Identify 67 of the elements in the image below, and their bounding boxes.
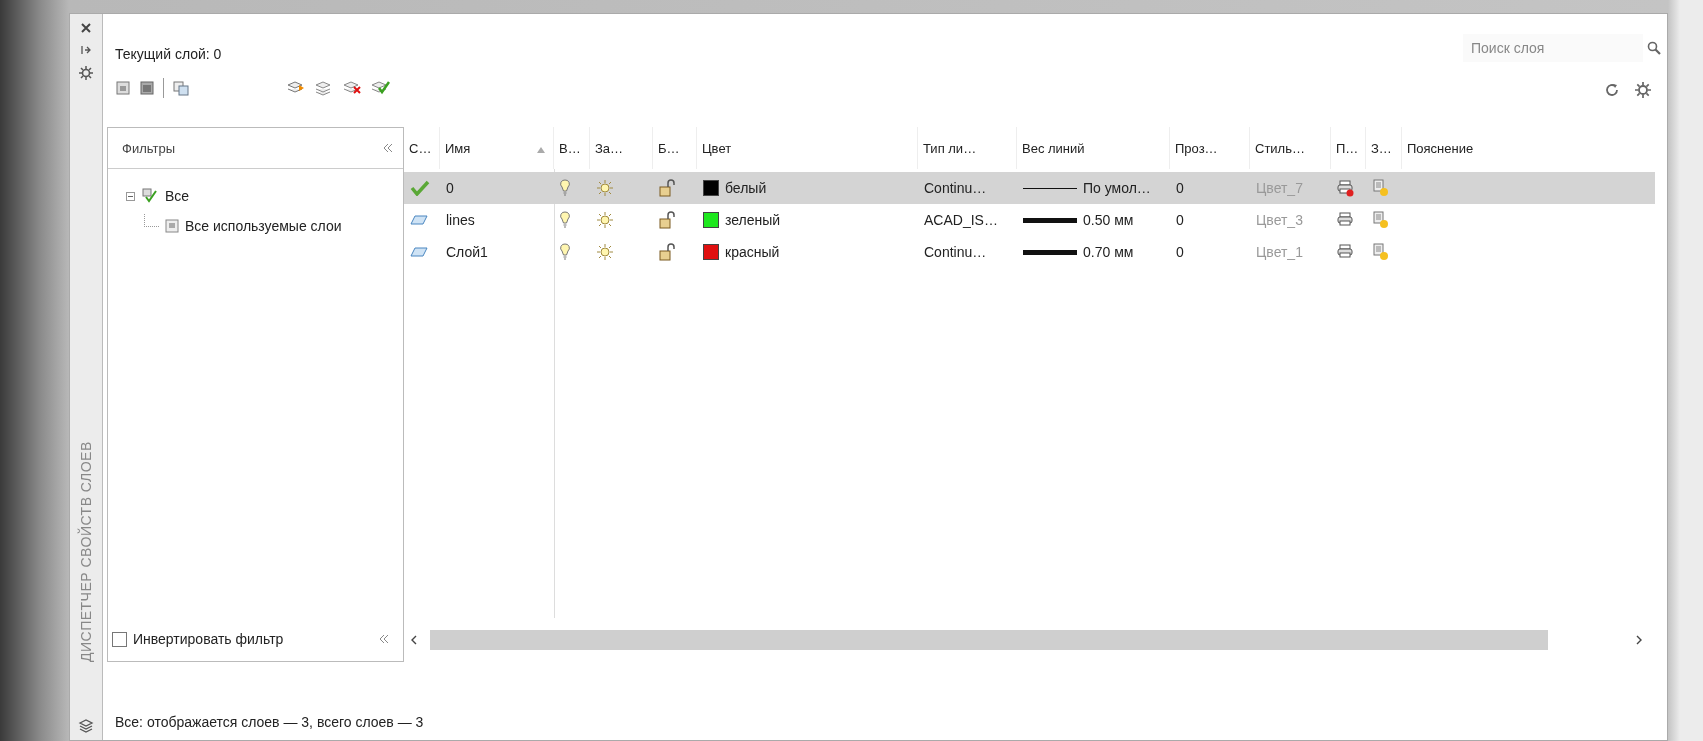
lineweight: По умол… (1083, 180, 1151, 196)
filter-icon (165, 219, 179, 233)
linetype: ACAD_IS… (924, 212, 998, 228)
padlock-icon[interactable] (659, 243, 677, 261)
collapse-icon[interactable] (126, 191, 135, 201)
plot-style: Цвет_3 (1256, 212, 1303, 228)
current-layer-label: Текущий слой: 0 (115, 46, 223, 62)
color-name: красный (725, 244, 780, 260)
transparency: 0 (1176, 180, 1184, 196)
padlock-icon[interactable] (659, 179, 677, 197)
linetype: Continu… (924, 244, 987, 260)
settings-icon[interactable] (79, 66, 93, 80)
layers-icon (78, 718, 94, 734)
search-field[interactable]: Поиск слоя (1463, 34, 1643, 62)
layer-name: Слой1 (446, 244, 488, 260)
light-bulb-icon[interactable] (560, 243, 570, 261)
layer-row[interactable]: Слой1 красный Continu… 0.70 мм 0 Цвет_1 (404, 236, 1655, 268)
scrollbar-thumb[interactable] (430, 630, 1548, 650)
sun-icon[interactable] (596, 243, 614, 261)
status-text: Все: отображается слоев — 3, всего слоев — 3 (114, 713, 425, 732)
layer-row[interactable]: lines зеленый ACAD_IS… 0.50 мм 0 Цвет_3 (404, 204, 1655, 236)
invert-filter-checkbox[interactable]: Инвертировать фильтр (110, 629, 286, 649)
document-icon[interactable] (139, 80, 155, 96)
light-bulb-icon[interactable] (560, 179, 570, 197)
sun-icon[interactable] (596, 179, 614, 197)
padlock-icon[interactable] (659, 211, 677, 229)
collapse-icon[interactable] (379, 634, 389, 644)
lineweight: 0.70 мм (1083, 244, 1134, 260)
color-name: белый (725, 180, 767, 196)
plot-style: Цвет_7 (1256, 180, 1303, 196)
tree-item[interactable]: Все используемые слои (185, 218, 342, 234)
refresh-icon[interactable] (1605, 83, 1619, 97)
layer-row[interactable]: 0 белый Continu… По умол… 0 Цвет_7 (404, 172, 1655, 204)
filters-title: Фильтры (122, 140, 175, 156)
color-swatch[interactable] (703, 244, 719, 260)
printer-icon[interactable] (1337, 243, 1355, 261)
color-swatch[interactable] (703, 180, 719, 196)
tree-item[interactable]: Все (165, 188, 190, 204)
sheet-sun-icon[interactable] (1372, 211, 1390, 229)
linetype: Continu… (924, 180, 987, 196)
collapse-icon[interactable] (383, 143, 393, 153)
scroll-right-icon[interactable] (1635, 635, 1643, 645)
sheet-sun-icon[interactable] (1372, 179, 1390, 197)
color-name: зеленый (725, 212, 781, 228)
color-swatch[interactable] (703, 212, 719, 228)
transparency: 0 (1176, 244, 1184, 260)
auto-hide-icon[interactable] (80, 44, 92, 56)
sun-icon[interactable] (596, 211, 614, 229)
column-header[interactable]: Пояснение (1402, 127, 1655, 169)
transparency: 0 (1176, 212, 1184, 228)
sheet-sun-icon[interactable] (1372, 243, 1390, 261)
palette-title: ДИСПЕТЧЕР СВОЙСТВ СЛОЕВ (78, 441, 94, 662)
document-icon[interactable] (115, 80, 131, 96)
layer-name: 0 (446, 180, 454, 196)
plot-style: Цвет_1 (1256, 244, 1303, 260)
settings-icon[interactable] (1635, 82, 1651, 98)
lineweight: 0.50 мм (1083, 212, 1134, 228)
light-bulb-icon[interactable] (560, 211, 570, 229)
scroll-left-icon[interactable] (410, 635, 418, 645)
search-icon[interactable] (1647, 41, 1661, 55)
filter-check-icon (141, 188, 159, 204)
sheets-icon[interactable] (172, 79, 190, 97)
close-icon[interactable] (80, 22, 92, 34)
printer-icon[interactable] (1337, 211, 1355, 229)
layer-name: lines (446, 212, 475, 228)
sort-arrow-icon (537, 146, 545, 153)
printer-icon[interactable] (1337, 179, 1355, 197)
